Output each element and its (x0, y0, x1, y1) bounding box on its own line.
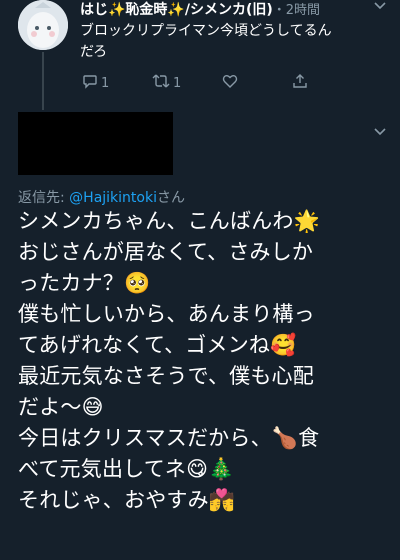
avatar[interactable] (18, 0, 68, 50)
retweet-count: 1 (173, 75, 182, 91)
tweet-body: シメンカちゃん、こんばんわ🌟 おじさんが居なくて、さみしか ったカナ？🥺 僕も忙… (18, 206, 393, 516)
chevron-down-icon[interactable] (374, 0, 386, 15)
tweet-line: ったカナ？🥺 (18, 271, 151, 295)
tweet-line: 今日はクリスマスだから、🍗食 (18, 426, 320, 450)
reply-to-label: 返信先: (18, 190, 70, 206)
replying-to: 返信先: @Hajikintokiさん (18, 187, 185, 207)
tweet-line: だよ〜😅 (18, 395, 104, 419)
tweet-line: シメンカちゃん、こんばんわ🌟 (18, 209, 320, 233)
heart-icon (222, 73, 241, 93)
tweet-line: おじさんが居なくて、さみしか (18, 240, 314, 264)
share-button[interactable] (292, 73, 362, 93)
tweet-actions: 1 1 (82, 72, 362, 94)
like-button[interactable] (222, 73, 292, 93)
tweet-line: 最近元気なさそうで、僕も心配 (18, 364, 314, 388)
thread-line (42, 52, 44, 110)
tweet-line: べて元気出してネ😋🎄 (18, 457, 235, 481)
reply-count: 1 (101, 75, 110, 91)
reply-to-suffix: さん (156, 190, 185, 206)
tweet-line: それじゃ、おやすみ💏 (18, 488, 236, 512)
parent-text-line: ブロックリプライマン今頃どうしてるん (80, 23, 332, 39)
retweet-button[interactable]: 1 (152, 73, 222, 93)
tweet-line: てあげれなくて、ゴメンね🥰 (18, 333, 297, 357)
tweet-line: 僕も忙しいから、あんまり構っ (18, 302, 315, 326)
parent-tweet-header: はじ✨恥金時✨/シメンカ(旧)・2時間 (80, 0, 385, 19)
share-icon (292, 73, 311, 93)
parent-text-line: だろ (80, 44, 108, 60)
chevron-down-icon[interactable] (374, 126, 386, 141)
parent-tweet-text: ブロックリプライマン今頃どうしてるん だろ (80, 21, 380, 63)
retweet-icon (152, 73, 173, 93)
redacted-header (18, 112, 173, 175)
parent-timestamp[interactable]: ・2時間 (273, 3, 320, 18)
parent-display-name[interactable]: はじ✨恥金時✨/シメンカ(旧) (80, 2, 273, 18)
reply-to-handle[interactable]: @Hajikintoki (69, 190, 157, 206)
reply-icon (82, 73, 101, 93)
reply-button[interactable]: 1 (82, 73, 152, 93)
